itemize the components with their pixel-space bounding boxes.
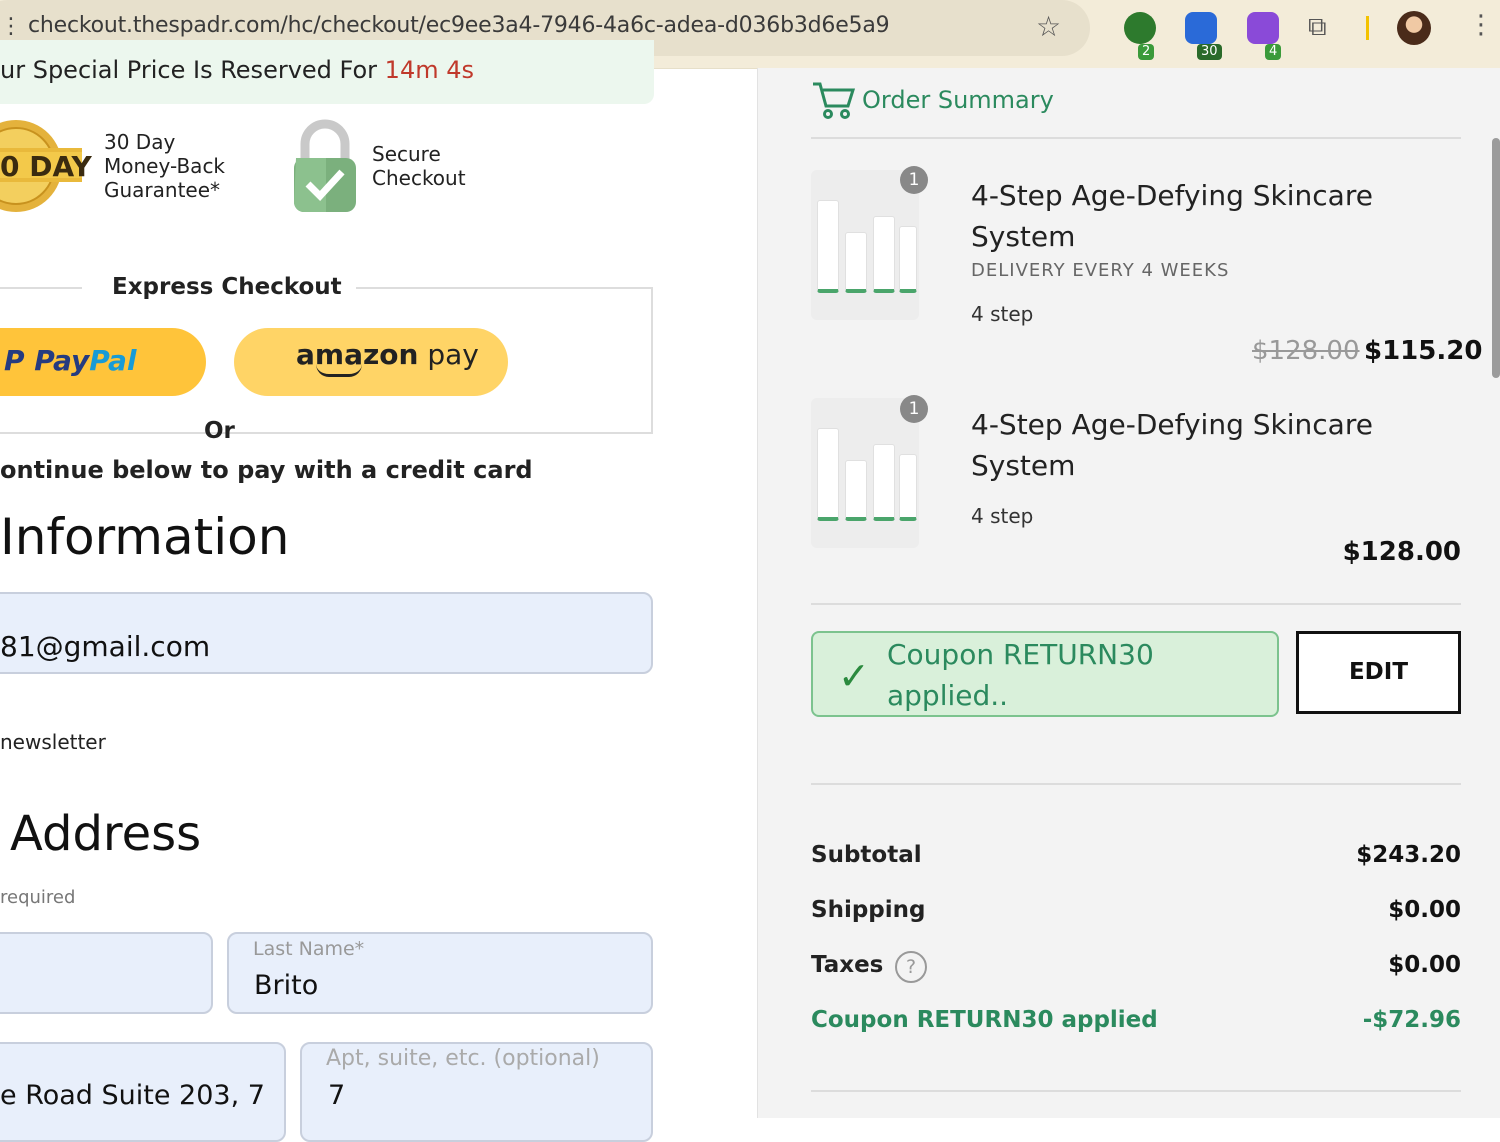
divider: [0, 287, 82, 289]
first-name-field[interactable]: [0, 932, 213, 1014]
secure-checkout-text: Secure Checkout: [372, 142, 466, 190]
last-name-label: Last Name*: [253, 938, 365, 960]
divider: [0, 432, 178, 434]
coupon-discount-label: Coupon RETURN30 applied: [811, 1007, 1158, 1033]
extension-badge: 30: [1197, 44, 1222, 60]
price-reserved-text: ur Special Price Is Reserved For 14m 4s: [0, 56, 474, 84]
reserved-label: ur Special Price Is Reserved For: [0, 56, 378, 84]
secure-line: Secure: [372, 142, 441, 166]
paypal-label-a: Pay: [34, 344, 90, 377]
product-title-line: 4-Step Age-Defying Skincare: [971, 408, 1373, 441]
padlock-icon: [294, 119, 356, 212]
money-back-guarantee-text: 30 Day Money-Back Guarantee*: [104, 130, 225, 202]
divider: [811, 137, 1461, 139]
bookmark-star-icon[interactable]: ☆: [1036, 10, 1061, 43]
continue-credit-card-text: ontinue below to pay with a credit card: [0, 456, 533, 484]
quantity-badge: 1: [900, 395, 928, 423]
browser-menu-icon[interactable]: ⋮: [1468, 10, 1494, 40]
divider: [234, 432, 653, 434]
divider: [811, 783, 1461, 785]
shipping-label: Shipping: [811, 897, 926, 923]
amazon-smile-icon: [316, 364, 362, 377]
or-separator: Or: [204, 418, 235, 444]
express-checkout-title: Express Checkout: [112, 274, 342, 300]
extension-icon-3[interactable]: 4: [1247, 12, 1282, 60]
address-heading: Address: [10, 806, 202, 862]
extension-icon-2[interactable]: 30: [1185, 12, 1222, 60]
shopping-cart-icon: [813, 82, 855, 119]
checkmark-icon: ✓: [838, 654, 870, 698]
required-note: required: [0, 887, 76, 908]
product-variant: 4 step: [971, 504, 1034, 528]
coupon-applied-text: Coupon RETURN30 applied..: [887, 638, 1154, 712]
amazon-label-b: pay: [418, 338, 479, 371]
item-price: $115.20: [1364, 336, 1483, 366]
secure-line: Checkout: [372, 166, 466, 190]
edit-coupon-button[interactable]: EDIT: [1296, 631, 1461, 714]
taxes-label: Taxes: [811, 952, 884, 978]
product-title: 4-Step Age-Defying Skincare System: [971, 404, 1373, 486]
subtotal-label: Subtotal: [811, 842, 922, 868]
guarantee-line: Money-Back: [104, 154, 226, 178]
divider: [811, 1090, 1461, 1092]
url-text[interactable]: checkout.thespadr.com/hc/checkout/ec9ee3…: [28, 13, 890, 38]
help-question-icon[interactable]: ?: [895, 951, 927, 983]
extension-badge: 2: [1138, 44, 1155, 60]
apt-suite-value[interactable]: 7: [328, 1080, 345, 1111]
product-title-line: System: [971, 449, 1076, 482]
paypal-p-icon: P: [4, 344, 35, 377]
product-title: 4-Step Age-Defying Skincare System: [971, 175, 1373, 257]
scrollbar[interactable]: [1492, 138, 1500, 378]
shipping-value: $0.00: [1388, 897, 1461, 923]
guarantee-line: 30 Day: [104, 130, 176, 154]
guarantee-line: Guarantee*: [104, 178, 221, 202]
product-variant: 4 step: [971, 302, 1034, 326]
last-name-value[interactable]: Brito: [254, 970, 318, 1001]
extensions-puzzle-icon[interactable]: ⧉: [1308, 12, 1327, 43]
newsletter-label[interactable]: newsletter: [0, 730, 106, 754]
divider: [356, 287, 653, 289]
street-address-value[interactable]: e Road Suite 203, 7, 1: [0, 1080, 264, 1111]
taxes-value: $0.00: [1388, 952, 1461, 978]
product-thumbnail: [811, 170, 919, 320]
reserved-timer: 14m 4s: [384, 56, 474, 84]
coupon-discount-value: -$72.96: [1362, 1007, 1461, 1033]
site-info-icon[interactable]: ⋮: [0, 14, 22, 39]
divider: [811, 603, 1461, 605]
paypal-logo[interactable]: P PayPal: [4, 344, 137, 377]
paypal-label-b: Pal: [89, 344, 137, 377]
subtotal-value: $243.20: [1356, 842, 1461, 868]
toolbar-divider: [1366, 16, 1369, 40]
extension-icon-1[interactable]: 2: [1124, 12, 1156, 60]
item-price: $128.00: [1342, 537, 1461, 567]
extension-badge: 4: [1265, 44, 1282, 60]
delivery-frequency: DELIVERY EVERY 4 WEEKS: [971, 260, 1230, 281]
email-value[interactable]: 81@gmail.com: [0, 630, 210, 663]
information-heading: Information: [0, 508, 290, 566]
seal-text: 0 DAY: [0, 150, 92, 183]
product-title-line: 4-Step Age-Defying Skincare: [971, 179, 1373, 212]
order-summary-title[interactable]: Order Summary: [862, 86, 1054, 114]
product-title-line: System: [971, 220, 1076, 253]
product-thumbnail: [811, 398, 919, 548]
profile-avatar[interactable]: [1397, 11, 1431, 45]
apt-suite-placeholder: Apt, suite, etc. (optional): [326, 1046, 600, 1071]
quantity-badge: 1: [900, 166, 928, 194]
original-price: $128.00: [1252, 336, 1360, 366]
